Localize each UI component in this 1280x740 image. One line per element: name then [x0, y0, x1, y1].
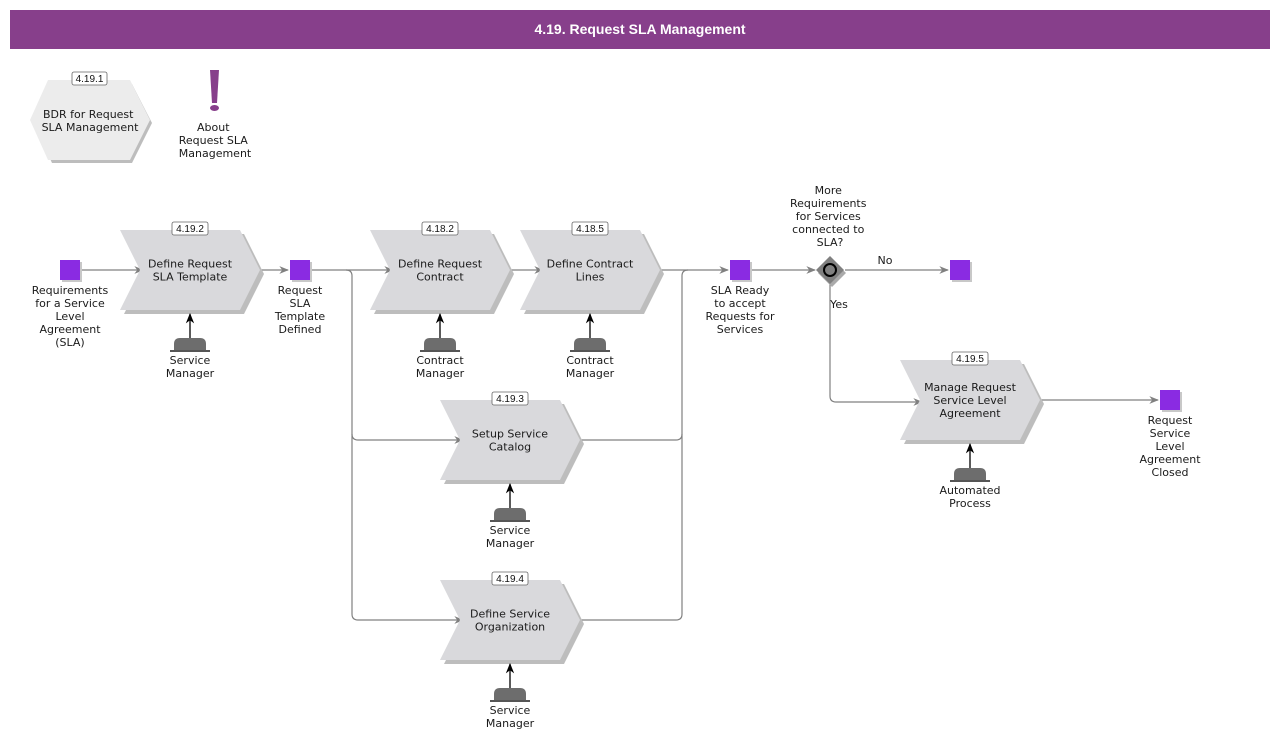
task-4-19-4[interactable]: 4.19.4 Define Service Organization Service M… [440, 571, 584, 730]
person-role-icon [954, 468, 986, 480]
role-label: Contract Manager [566, 354, 615, 380]
event-e1[interactable]: Requirements for a Service Level Agreement(… [32, 260, 109, 349]
gateway-xor[interactable]: More Requirements for Services connected… [790, 184, 893, 311]
role-label: Service Manager [166, 354, 215, 380]
connectors [80, 266, 1159, 624]
event-marker [60, 260, 80, 280]
task-4-19-3[interactable]: 4.19.3Setup Service CatalogService Manager [440, 391, 584, 550]
role-icon-base [170, 350, 210, 352]
role-node[interactable]: Contract Manager [566, 312, 615, 380]
role-icon-base [490, 520, 530, 522]
person-role-icon [494, 688, 526, 700]
task-4-18-5[interactable]: 4.18.5Define Contract LinesContract Manage… [520, 221, 664, 380]
role-icon-base [420, 350, 460, 352]
role-label: Automated Process [939, 484, 1000, 510]
event-marker [1160, 390, 1180, 410]
task-label: Define Request SLA Template [148, 258, 233, 284]
event-marker [950, 260, 970, 280]
role-label: Service Manager [486, 704, 535, 730]
flow-t5-e3 [580, 434, 683, 621]
branch-yes-label: Yes [829, 298, 848, 311]
task-4-18-2[interactable]: 4.18.2Define Request ContractContract Mana… [370, 221, 514, 380]
person-role-icon [174, 338, 206, 350]
gateway-question: More Requirements for Services connected… [790, 184, 870, 249]
role-node[interactable]: Automated Process [939, 442, 1001, 510]
event-e3[interactable]: SLA Ready to accept Requests for Services [705, 260, 775, 336]
role-icon-base [490, 700, 530, 702]
role-icon-base [570, 350, 610, 352]
task-id: 4.19.2 [176, 224, 204, 235]
bdr-node[interactable]: 4.19.1 BDR for Request SLA Management [30, 71, 152, 163]
task-id: 4.18.5 [576, 224, 604, 235]
about-node[interactable]: About Request SLA Management [179, 70, 252, 160]
task-id: 4.19.4 [496, 574, 524, 585]
event-marker [290, 260, 310, 280]
event-e2[interactable]: Request SLA Template Defined [274, 260, 325, 336]
process-diagram: 4.19.1 BDR for Request SLA Management Ab… [30, 70, 1201, 730]
exclamation-icon [210, 70, 219, 103]
person-role-icon [494, 508, 526, 520]
role-label: Contract Manager [416, 354, 465, 380]
role-icon-base [950, 480, 990, 482]
event-label: Request SLA Template Defined [274, 284, 325, 336]
event-label: Requirements for a Service Level Agreement(… [32, 284, 109, 349]
event-e5[interactable]: Request Service Level Agreement Closed [1139, 390, 1201, 479]
task-id: 4.19.5 [956, 354, 984, 365]
task-label: Define Service Organization [470, 608, 550, 634]
role-node[interactable]: Service Manager [486, 662, 535, 730]
person-role-icon [424, 338, 456, 350]
bdr-label: BDR for Request SLA Management [42, 108, 140, 134]
task-4-19-5[interactable]: 4.19.5Manage Request Service Level Agreeme… [900, 351, 1044, 510]
task-id: 4.19.3 [496, 394, 524, 405]
role-node[interactable]: Service Manager [486, 482, 535, 550]
role-node[interactable]: Service Manager [166, 312, 215, 380]
event-e4[interactable] [950, 260, 972, 282]
event-label: Request Service Level Agreement Closed [1139, 414, 1201, 479]
about-label: About Request SLA Management [179, 121, 252, 160]
bdr-id: 4.19.1 [76, 74, 104, 85]
task-id: 4.18.2 [426, 224, 454, 235]
event-label: SLA Ready to accept Requests for Services [705, 284, 775, 336]
role-label: Service Manager [486, 524, 535, 550]
event-marker [730, 260, 750, 280]
branch-no-label: No [878, 254, 893, 267]
person-role-icon [574, 338, 606, 350]
task-4-19-2[interactable]: 4.19.2 Define Request SLA Template Service M… [120, 221, 264, 380]
role-node[interactable]: Contract Manager [416, 312, 465, 380]
